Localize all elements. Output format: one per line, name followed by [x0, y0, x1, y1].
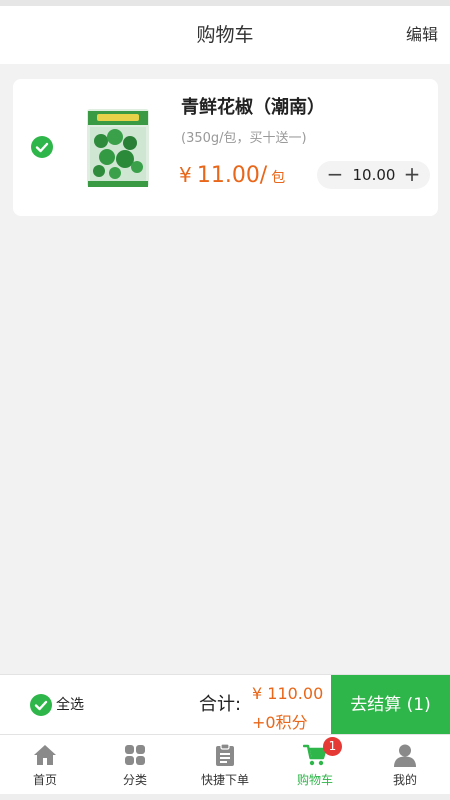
- home-icon: [34, 745, 56, 765]
- checkmark-icon: [34, 700, 48, 711]
- category-icon: [125, 745, 145, 765]
- product-name[interactable]: 青鲜花椒（潮南）: [181, 93, 325, 119]
- select-all-label[interactable]: 全选: [56, 675, 84, 735]
- cart-item-card: 青鲜花椒（潮南） (350g/包，买十送一) ¥ 11.00/包 − 10.00…: [13, 79, 438, 216]
- price-unit: 包: [271, 170, 286, 186]
- total-label: 合计:: [199, 694, 242, 715]
- tab-home[interactable]: 首页: [0, 735, 90, 795]
- quantity-value[interactable]: 10.00: [345, 161, 403, 189]
- quantity-stepper: − 10.00 +: [317, 161, 430, 189]
- tab-profile[interactable]: 我的: [360, 735, 450, 795]
- product-price: ¥ 11.00/包: [179, 163, 285, 188]
- tab-label: 分类: [122, 773, 147, 787]
- cart-count-badge: 1: [323, 737, 342, 756]
- page-title: 购物车: [196, 24, 254, 46]
- tab-label: 快捷下单: [200, 773, 249, 787]
- page-header: 购物车 编辑: [0, 6, 450, 64]
- tab-category[interactable]: 分类: [90, 735, 180, 795]
- price-amount: 11.00/: [196, 163, 268, 188]
- item-select-checkbox[interactable]: [31, 136, 53, 158]
- tab-cart[interactable]: 1 购物车: [270, 735, 360, 795]
- tab-label: 首页: [32, 773, 57, 787]
- checkout-button[interactable]: 去结算 (1): [331, 675, 450, 735]
- tab-quick-order[interactable]: 快捷下单: [180, 735, 270, 795]
- select-all-checkbox[interactable]: [30, 694, 52, 716]
- clipboard-icon: [216, 743, 234, 766]
- tab-label: 我的: [392, 773, 417, 787]
- product-spec: (350g/包，买十送一): [181, 131, 307, 146]
- product-image[interactable]: [85, 107, 151, 189]
- plus-icon[interactable]: +: [402, 161, 422, 189]
- user-icon: [394, 744, 416, 767]
- bottom-strip: [0, 794, 450, 800]
- checkmark-icon: [35, 142, 49, 153]
- bottom-tab-bar: 首页 分类 快捷下单 1 购物车 我的: [0, 734, 450, 800]
- edit-button[interactable]: 编辑: [406, 6, 438, 64]
- total-amount: ¥ 110.00: [252, 684, 324, 703]
- currency-symbol: ¥: [179, 163, 192, 187]
- minus-icon[interactable]: −: [325, 161, 345, 189]
- total-points: +0积分: [252, 713, 308, 732]
- checkout-bar: 全选 合计: ¥ 110.00 +0积分 去结算 (1): [0, 674, 450, 735]
- tab-label: 购物车: [296, 773, 333, 787]
